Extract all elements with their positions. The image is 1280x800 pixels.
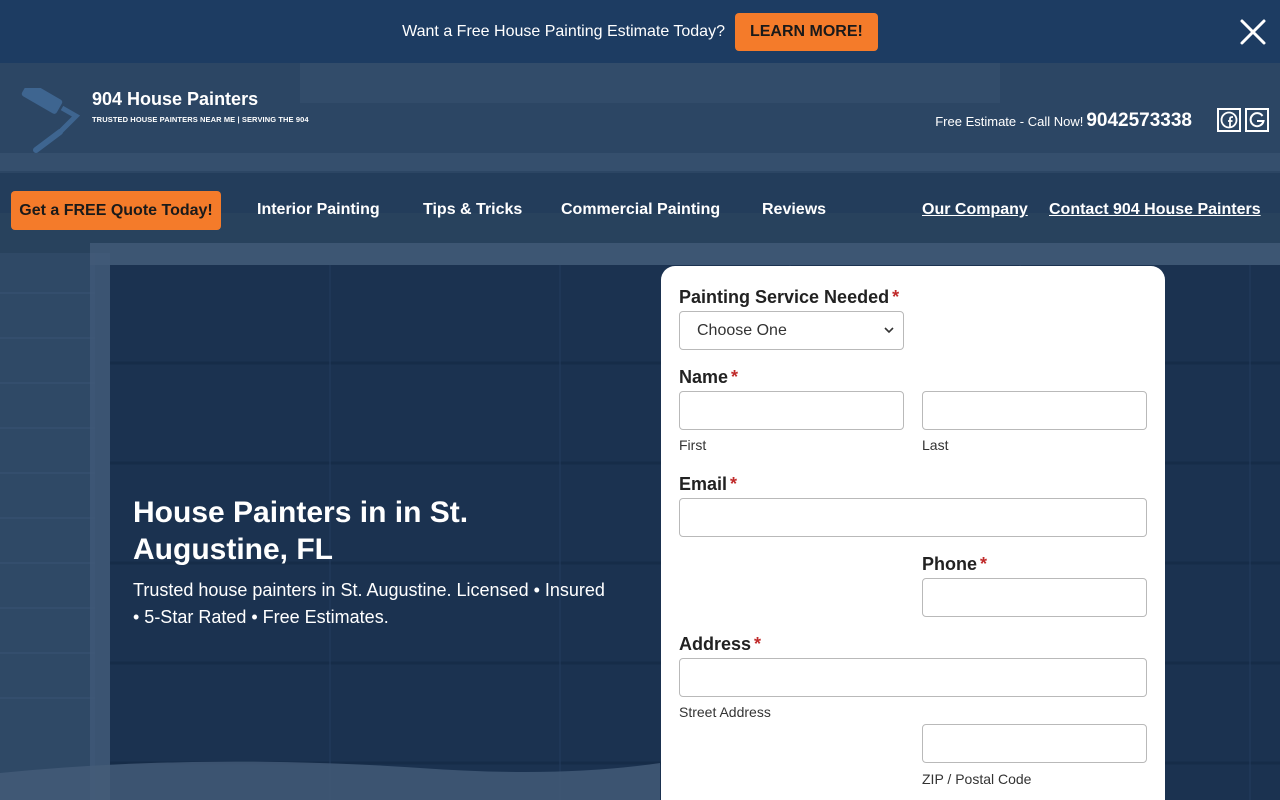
zip-input[interactable] [922, 724, 1147, 763]
first-name-input[interactable] [679, 391, 904, 430]
phone-number[interactable]: 9042573338 [1086, 110, 1192, 132]
first-sublabel: First [679, 437, 707, 453]
get-free-quote-button[interactable]: Get a FREE Quote Today! [11, 191, 221, 230]
phone-label: Phone * [922, 554, 988, 574]
email-label: Email * [679, 474, 738, 494]
chevron-down-icon [884, 327, 894, 334]
nav-item-commercial-painting[interactable]: Commercial Painting [561, 201, 720, 219]
service-select[interactable]: Choose One [679, 311, 904, 350]
facebook-icon[interactable] [1217, 108, 1241, 132]
learn-more-button[interactable]: LEARN MORE! [734, 12, 878, 51]
address-label: Address * [679, 634, 762, 654]
nav-item-interior-painting[interactable]: Interior Painting [257, 201, 380, 219]
call-now[interactable]: Free Estimate - Call Now! 9042573338 [935, 110, 1192, 132]
name-label: Name * [679, 367, 739, 387]
last-name-input[interactable] [922, 391, 1147, 430]
announcement-bar: Want a Free House Painting Estimate Toda… [0, 0, 1280, 63]
nav-link-our-company[interactable]: Our Company [922, 201, 1028, 219]
google-icon[interactable] [1245, 108, 1269, 132]
zip-sublabel: ZIP / Postal Code [922, 771, 1032, 787]
close-icon[interactable] [1238, 17, 1268, 47]
nav-item-tips-tricks[interactable]: Tips & Tricks [423, 201, 522, 219]
service-select-value: Choose One [697, 321, 787, 339]
hero-subtitle: Trusted house painters in St. Augustine.… [133, 580, 605, 627]
last-sublabel: Last [922, 437, 949, 453]
hero-title: House Painters in in St. Augustine, FL [133, 496, 469, 566]
phone-input[interactable] [922, 578, 1147, 617]
nav-item-reviews[interactable]: Reviews [762, 201, 826, 219]
estimate-form-card: Painting Service Needed * Choose One Name… [661, 266, 1165, 800]
announcement-text: Want a Free House Painting Estimate Toda… [402, 22, 725, 40]
nav-link-contact[interactable]: Contact 904 House Painters [1049, 201, 1261, 219]
service-label: Painting Service Needed * [679, 287, 900, 307]
street-address-input[interactable] [679, 658, 1147, 697]
street-address-sublabel: Street Address [679, 704, 771, 720]
email-input[interactable] [679, 498, 1147, 537]
call-prefix: Free Estimate - Call Now! [935, 114, 1084, 129]
brand-name[interactable]: 904 House Painters [92, 89, 258, 110]
brand-tagline: TRUSTED HOUSE PAINTERS NEAR ME | SERVING… [92, 115, 309, 124]
paint-roller-logo-icon[interactable] [14, 88, 84, 154]
